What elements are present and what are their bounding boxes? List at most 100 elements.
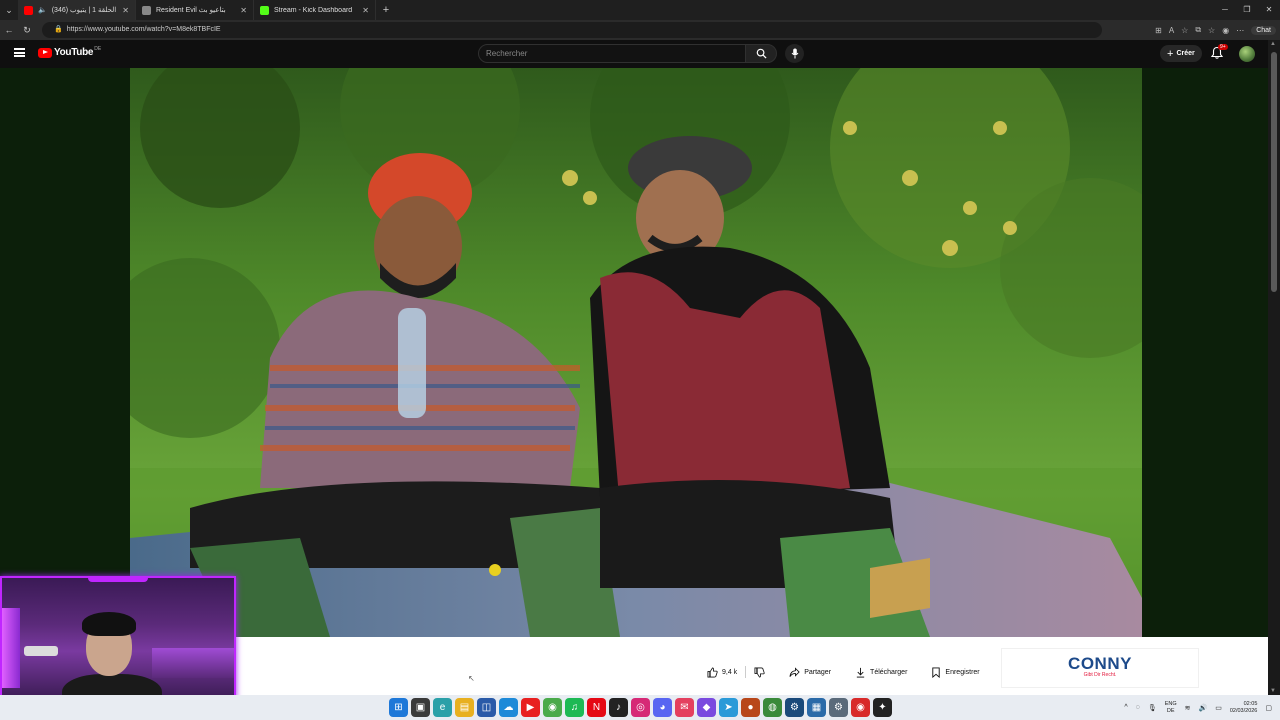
edge-browser-icon[interactable]: e [433, 698, 452, 717]
input-language[interactable]: ENG DE [1165, 701, 1177, 715]
steam-icon[interactable]: ⚙ [785, 698, 804, 717]
battery-icon[interactable]: ▭ [1215, 704, 1222, 712]
keyboard-layout: DE [1166, 707, 1175, 714]
extensions-icon[interactable]: ⧉ [1195, 25, 1201, 35]
dislike-button[interactable] [746, 662, 773, 682]
restore-icon[interactable]: ❐ [1236, 0, 1258, 20]
youtube-wordmark: YouTube [54, 47, 94, 58]
tab-youtube[interactable]: 🔈 (346) يلا شوت الحلقة 1 | يتيوب ✕ [18, 0, 136, 20]
volume-icon[interactable]: 🔊 [1199, 704, 1208, 712]
favorite-star-icon[interactable]: ☆ [1181, 26, 1188, 35]
notifications-button[interactable]: 9+ [1210, 44, 1228, 62]
obs-icon[interactable]: ● [741, 698, 760, 717]
search-icon [756, 48, 767, 59]
taskbar-apps: ⊞ ▣ e ▤ ◫ ☁ ▶ ◉ ♫ N ♪ ◎ ◕ ✉ ◆ ➤ ● ◍ ⚙ ▦ … [389, 698, 892, 717]
tab-label: (346) يلا شوت الحلقة 1 | يتيوب [51, 7, 117, 14]
desk-shelf [152, 648, 234, 678]
minimize-icon[interactable]: ─ [1214, 0, 1236, 20]
copilot-chat-button[interactable]: Chat [1251, 25, 1276, 35]
instagram-icon[interactable]: ◎ [631, 698, 650, 717]
start-menu-icon[interactable]: ⊞ [389, 698, 408, 717]
close-window-icon[interactable]: ✕ [1258, 0, 1280, 20]
twitch-icon[interactable]: ◆ [697, 698, 716, 717]
task-view-icon[interactable]: ▣ [411, 698, 430, 717]
conny-ad-banner[interactable]: CONNY Gibt Dir Recht. [1001, 648, 1199, 688]
chrome-icon[interactable]: ◉ [543, 698, 562, 717]
new-tab-button[interactable]: + [376, 4, 396, 16]
clock[interactable]: 02:05 02/03/2026 [1230, 701, 1258, 715]
tiktok-icon[interactable]: ♪ [609, 698, 628, 717]
download-button[interactable]: Télécharger [847, 662, 915, 682]
share-icon [789, 666, 800, 677]
create-button[interactable]: + Créer [1160, 45, 1202, 62]
read-aloud-icon[interactable]: A [1169, 26, 1174, 35]
lock-icon: 🔒 [54, 26, 63, 33]
scroll-down-icon[interactable]: ▼ [1270, 688, 1276, 694]
page-scrollbar[interactable]: ▲ ▼ [1268, 40, 1280, 695]
file-explorer-icon[interactable]: ▤ [455, 698, 474, 717]
apps-icon[interactable]: ⊞ [1155, 26, 1162, 35]
download-label: Télécharger [870, 668, 908, 676]
tab-resident-evil[interactable]: Resident Evil بتاعيو بث ✕ [136, 0, 254, 20]
close-tab-icon[interactable]: ✕ [240, 6, 247, 15]
voice-search-button[interactable] [785, 44, 804, 63]
messenger-icon[interactable]: ✉ [675, 698, 694, 717]
scrollbar-thumb[interactable] [1271, 52, 1277, 292]
discord-icon[interactable]: ◕ [653, 698, 672, 717]
onedrive-icon[interactable]: ☁ [499, 698, 518, 717]
app-icon-green[interactable]: ◍ [763, 698, 782, 717]
youtube-app-icon[interactable]: ▶ [521, 698, 540, 717]
video-frame[interactable] [130, 68, 1142, 637]
telegram-icon[interactable]: ➤ [719, 698, 738, 717]
ad-brand: CONNY [1068, 654, 1132, 673]
netflix-icon[interactable]: N [587, 698, 606, 717]
store-icon[interactable]: ◫ [477, 698, 496, 717]
windows-taskbar: ⊞ ▣ e ▤ ◫ ☁ ▶ ◉ ♫ N ♪ ◎ ◕ ✉ ◆ ➤ ● ◍ ⚙ ▦ … [0, 695, 1280, 720]
close-tab-icon[interactable]: ✕ [362, 6, 369, 15]
search-button[interactable] [745, 44, 777, 63]
settings-icon[interactable]: ⚙ [829, 698, 848, 717]
country-code: DE [94, 46, 102, 52]
youtube-header: YouTube DE Rechercher + Créer 9+ [0, 40, 1280, 68]
wifi-icon[interactable]: ≋ [1185, 704, 1191, 712]
close-tab-icon[interactable]: ✕ [122, 6, 129, 15]
speaker-icon[interactable]: 🔈 [38, 6, 47, 15]
video-player[interactable] [0, 68, 1268, 637]
hamburger-menu-icon[interactable] [14, 48, 25, 57]
more-options-icon[interactable]: ⋯ [1236, 26, 1244, 35]
clock-time: 02:05 [1243, 700, 1258, 707]
webcam-microphone [24, 646, 58, 656]
search-input[interactable]: Rechercher [478, 44, 746, 63]
video-actions-bar: 9,4 k Partager Télécharger Enregistrer ⋯ [699, 661, 1016, 683]
app-icon-dark[interactable]: ✦ [873, 698, 892, 717]
back-icon[interactable]: ← [0, 25, 18, 35]
profile-icon[interactable]: ◉ [1222, 26, 1229, 35]
share-button[interactable]: Partager [781, 662, 839, 682]
plus-icon: + [1167, 47, 1174, 60]
thumbs-up-icon [707, 667, 718, 677]
clock-date: 02/03/2026 [1229, 707, 1258, 714]
youtube-logo[interactable]: YouTube DE [38, 46, 102, 58]
tab-kick-dashboard[interactable]: Stream - Kick Dashboard ✕ [254, 0, 376, 20]
refresh-icon[interactable]: ↻ [18, 25, 36, 36]
browser-tab-strip: ⌄ 🔈 (346) يلا شوت الحلقة 1 | يتيوب ✕ Res… [0, 0, 1280, 20]
collections-icon[interactable]: ☆ [1208, 26, 1215, 35]
record-app-icon[interactable]: ◉ [851, 698, 870, 717]
account-avatar[interactable] [1239, 46, 1255, 62]
spotify-icon[interactable]: ♫ [565, 698, 584, 717]
like-dislike-group: 9,4 k [699, 662, 773, 682]
tab-label: Stream - Kick Dashboard [274, 6, 353, 14]
mouse-cursor-icon: ↖ [468, 674, 475, 683]
url-field[interactable]: 🔒 https://www.youtube.com/watch?v=M8ek8TB… [42, 22, 1102, 38]
tray-overflow-icon[interactable]: ^ [1124, 704, 1127, 711]
notifications-tray-icon[interactable]: ▢ [1265, 704, 1272, 712]
toolbar-icons: ⊞ A ☆ ⧉ ☆ ◉ ⋯ Chat [1155, 20, 1276, 40]
tab-actions-menu-icon[interactable]: ⌄ [0, 0, 18, 20]
calculator-icon[interactable]: ▦ [807, 698, 826, 717]
scroll-up-icon[interactable]: ▲ [1270, 41, 1276, 47]
microphone-tray-icon[interactable]: 🎙 [1148, 704, 1157, 712]
like-button[interactable]: 9,4 k [699, 662, 745, 682]
system-tray: ^ ◌ 🎙 ENG DE ≋ 🔊 ▭ 02:05 02/03/2026 ▢ [1124, 697, 1272, 718]
network-icon[interactable]: ◌ [1136, 704, 1140, 711]
save-button[interactable]: Enregistrer [923, 662, 987, 682]
